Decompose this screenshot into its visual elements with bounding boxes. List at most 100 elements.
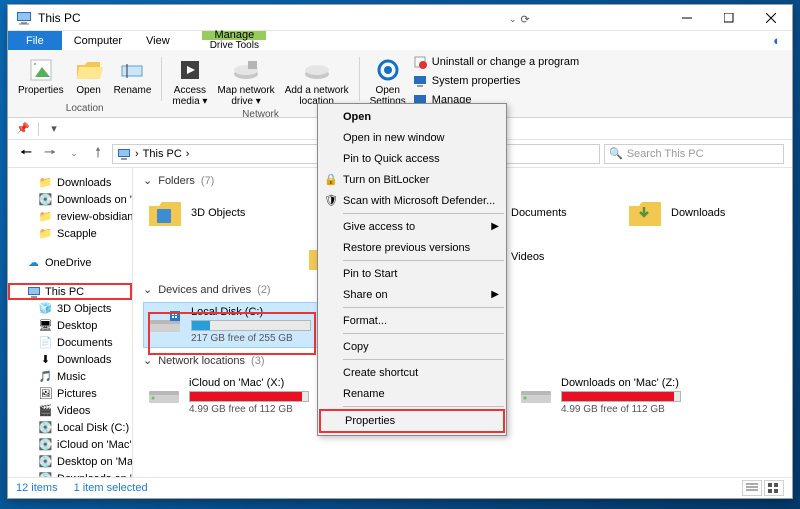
ribbon-map-drive-button[interactable]: Map network drive ▾ — [213, 53, 278, 109]
drive-local-c[interactable]: Local Disk (C:) 217 GB free of 255 GB — [143, 302, 318, 348]
nav-desktop[interactable]: 🖥Desktop — [8, 317, 132, 334]
computer-tab[interactable]: Computer — [62, 31, 134, 50]
dropdown-icon[interactable]: ▾ — [47, 122, 61, 136]
ctx-rename[interactable]: Rename — [319, 383, 505, 404]
ribbon-open-button[interactable]: Open — [70, 53, 108, 103]
nav-downloads[interactable]: 📁Downloads — [8, 174, 132, 191]
net-drive-icon: 💽 — [38, 192, 53, 207]
drive-icon: 💽 — [38, 420, 53, 435]
ctx-restore[interactable]: Restore previous versions — [319, 237, 505, 258]
nav-desktop-mac[interactable]: 💽Desktop on 'Mac' (Y — [8, 453, 132, 470]
file-tab[interactable]: File — [8, 31, 62, 50]
nav-music[interactable]: 🎵Music — [8, 368, 132, 385]
close-button[interactable] — [750, 5, 792, 30]
forward-button[interactable]: 🠖 — [40, 144, 60, 164]
properties-icon — [26, 55, 56, 85]
minimize-button[interactable] — [666, 5, 708, 30]
nav-documents[interactable]: 📄Documents — [8, 334, 132, 351]
netloc-icloud[interactable]: iCloud on 'Mac' (X:)4.99 GB free of 112 … — [143, 373, 313, 419]
3d-objects-icon: 🧊 — [38, 301, 53, 316]
ribbon-uninstall-button[interactable]: Uninstall or change a program — [412, 53, 579, 71]
folder-icon: 📁 — [38, 226, 53, 241]
back-button[interactable]: 🠔 — [16, 144, 36, 164]
this-pc-icon — [26, 284, 41, 299]
folder-downloads[interactable]: Downloads — [623, 193, 773, 233]
search-input[interactable]: 🔍 Search This PC — [604, 144, 784, 164]
folder-open-icon — [74, 55, 104, 85]
ribbon-group-location: Location — [66, 103, 104, 117]
ribbon-tabs: File Computer View Manage Drive Tools ◐ — [8, 31, 792, 50]
refresh-icon[interactable]: ⟳ — [521, 13, 530, 26]
nav-review-obsidian[interactable]: 📁review-obsidian — [8, 208, 132, 225]
ribbon-open-settings-button[interactable]: Open Settings — [366, 53, 410, 109]
status-selected: 1 item selected — [74, 482, 148, 494]
drive-usage-bar — [191, 320, 311, 331]
ribbon-add-location-button[interactable]: Add a network location — [281, 53, 353, 109]
ctx-format[interactable]: Format... — [319, 310, 505, 331]
videos-icon: 🎬 — [38, 403, 53, 418]
ctx-pin-start[interactable]: Pin to Start — [319, 263, 505, 284]
net-drive-icon — [519, 377, 553, 409]
folder-icon: 📁 — [38, 209, 53, 224]
ctx-properties[interactable]: Properties — [319, 409, 505, 433]
nav-local-disk[interactable]: 💽Local Disk (C:) — [8, 419, 132, 436]
net-drive-icon — [147, 377, 181, 409]
help-icon[interactable]: ◐ — [768, 31, 786, 49]
chevron-down-icon: ⌄ — [143, 354, 152, 367]
ribbon-system-properties-button[interactable]: System properties — [412, 72, 579, 90]
nav-downloads2[interactable]: ⬇Downloads — [8, 351, 132, 368]
media-icon — [175, 55, 205, 85]
this-pc-crumb-icon — [117, 147, 131, 161]
status-bar: 12 items 1 item selected — [8, 477, 792, 498]
nav-this-pc[interactable]: This PC — [8, 283, 132, 300]
documents-icon: 📄 — [38, 335, 53, 350]
ctx-copy[interactable]: Copy — [319, 336, 505, 357]
netloc-downloads[interactable]: Downloads on 'Mac' (Z:)4.99 GB free of 1… — [515, 373, 685, 419]
nav-pictures[interactable]: 🖼Pictures — [8, 385, 132, 402]
settings-gear-icon — [373, 55, 403, 85]
ctx-give-access[interactable]: Give access to▶ — [319, 216, 505, 237]
search-icon: 🔍 — [609, 147, 623, 160]
submenu-arrow-icon: ▶ — [491, 221, 499, 232]
ctx-create-shortcut[interactable]: Create shortcut — [319, 362, 505, 383]
breadcrumb-this-pc[interactable]: This PC — [143, 148, 182, 160]
ctx-defender[interactable]: 🛡Scan with Microsoft Defender... — [319, 190, 505, 211]
rename-icon — [117, 55, 147, 85]
status-item-count: 12 items — [16, 482, 58, 494]
nav-3d-objects[interactable]: 🧊3D Objects — [8, 300, 132, 317]
recent-dropdown[interactable]: ⌄ — [64, 144, 84, 164]
view-tab[interactable]: View — [134, 31, 182, 50]
desktop-icon: 🖥 — [38, 318, 53, 333]
nav-downloads-mac[interactable]: 💽Downloads on 'Mac — [8, 191, 132, 208]
3d-objects-icon — [147, 197, 183, 229]
ctx-bitlocker[interactable]: 🔒Turn on BitLocker — [319, 169, 505, 190]
ribbon-rename-button[interactable]: Rename — [110, 53, 156, 103]
pin-icon[interactable]: 📌 — [16, 122, 30, 136]
details-view-button[interactable] — [742, 480, 762, 496]
nav-downloads-mac2[interactable]: 💽Downloads on 'Ma — [8, 470, 132, 477]
navigation-pane[interactable]: 📁Downloads 💽Downloads on 'Mac 📁review-ob… — [8, 168, 133, 477]
folder-3d-objects[interactable]: 3D Objects — [143, 193, 293, 233]
up-button[interactable]: 🠕 — [88, 144, 108, 164]
nav-scapple[interactable]: 📁Scapple — [8, 225, 132, 242]
ribbon-properties-button[interactable]: Properties — [14, 53, 68, 103]
this-pc-icon — [16, 10, 32, 26]
drive-tools-tab[interactable]: Drive Tools — [202, 40, 267, 50]
uninstall-icon — [412, 54, 428, 70]
onedrive-icon: ☁ — [26, 255, 41, 270]
add-location-icon — [302, 55, 332, 85]
address-dropdown-icon[interactable]: ⌄ — [509, 14, 517, 25]
ctx-pin-quick-access[interactable]: Pin to Quick access — [319, 148, 505, 169]
nav-icloud-mac[interactable]: 💽iCloud on 'Mac' (X — [8, 436, 132, 453]
ctx-open[interactable]: Open — [319, 106, 505, 127]
icons-view-button[interactable] — [764, 480, 784, 496]
ribbon-access-media-button[interactable]: Access media ▾ — [168, 53, 211, 109]
ctx-share-on[interactable]: Share on▶ — [319, 284, 505, 305]
downloads-icon — [627, 197, 663, 229]
titlebar[interactable]: This PC — [8, 5, 792, 31]
nav-videos[interactable]: 🎬Videos — [8, 402, 132, 419]
nav-onedrive[interactable]: ☁OneDrive — [8, 254, 132, 271]
ctx-open-new-window[interactable]: Open in new window — [319, 127, 505, 148]
downloads-icon: ⬇ — [38, 352, 53, 367]
maximize-button[interactable] — [708, 5, 750, 30]
